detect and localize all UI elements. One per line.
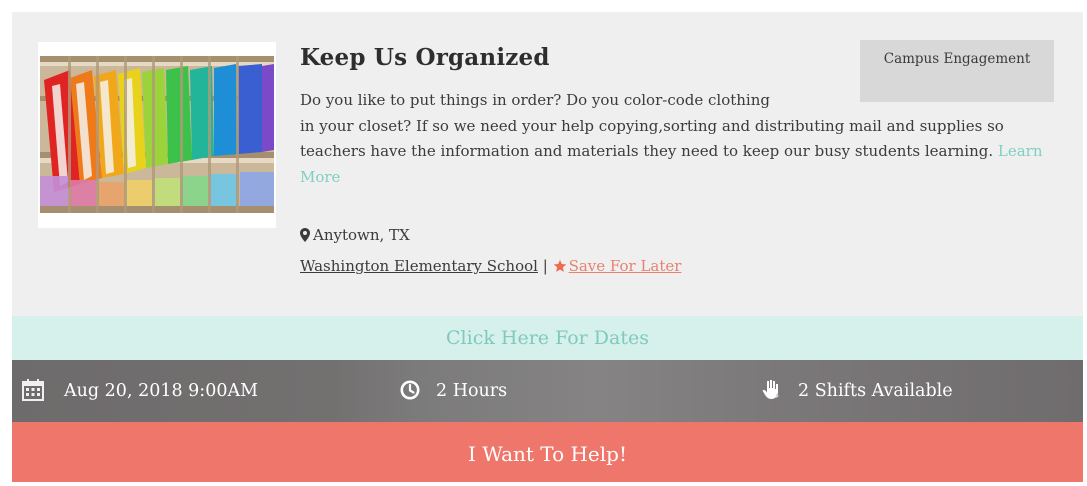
date-info: Aug 20, 2018 9:00AM [22,360,322,422]
map-pin-icon [300,228,310,242]
help-button-label: I Want To Help! [468,442,627,466]
save-for-later-label: Save For Later [568,257,682,275]
duration-info: 2 Hours [400,360,650,422]
description-text: in your closet? If so we need your help … [300,116,1004,161]
mailbox-sorter-photo [40,56,274,213]
opportunity-card: Keep Us Organized Campus Engagement Do y… [12,12,1083,482]
hand-icon [762,380,779,399]
link-separator: | [542,257,548,275]
click-for-dates-label: Click Here For Dates [446,327,649,349]
shift-info-bar: Aug 20, 2018 9:00AM 2 Hours 2 Shifts Ava… [12,360,1083,422]
description-line-1: Do you like to put things in order? Do y… [300,91,770,109]
organization-links: Washington Elementary School | Save For … [300,257,681,275]
click-for-dates-bar[interactable]: Click Here For Dates [12,316,1083,360]
school-link[interactable]: Washington Elementary School [300,257,538,275]
category-label: Campus Engagement [883,51,1031,67]
location: Anytown, TX [300,226,410,244]
date-text: Aug 20, 2018 9:00AM [64,381,259,401]
save-for-later-link[interactable]: Save For Later [553,257,682,275]
star-icon [553,259,566,272]
shifts-info: 2 Shifts Available [760,360,1060,422]
opportunity-description: Do you like to put things in order? Do y… [300,88,1060,190]
shifts-text: 2 Shifts Available [798,381,953,401]
calendar-icon [22,379,44,401]
opportunity-image[interactable] [38,42,276,228]
i-want-to-help-button[interactable]: I Want To Help! [12,422,1083,482]
clock-icon [400,380,420,400]
duration-text: 2 Hours [436,381,508,401]
opportunity-title[interactable]: Keep Us Organized [300,44,550,71]
location-text: Anytown, TX [313,226,410,244]
